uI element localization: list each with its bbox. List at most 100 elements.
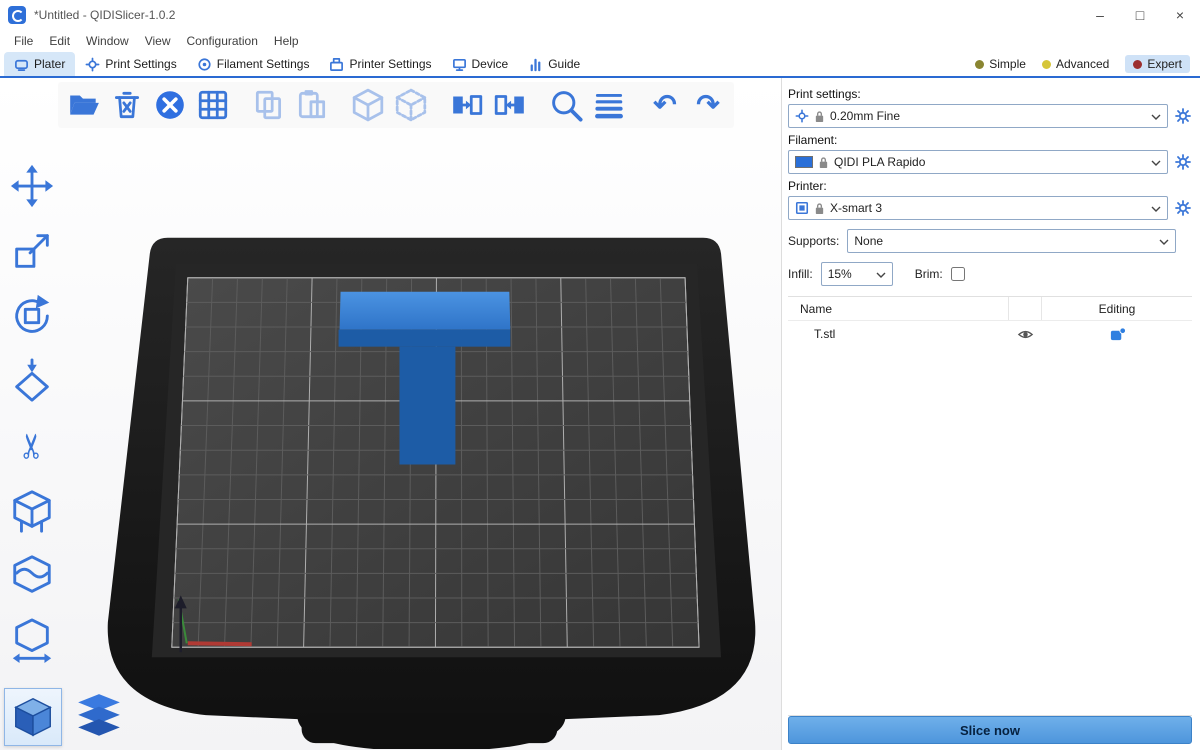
scale-button[interactable] (6, 225, 58, 277)
chevron-down-icon (1151, 160, 1161, 166)
move-button[interactable] (6, 160, 58, 212)
viewport-toolbar: ↶ ↷ (58, 82, 734, 128)
tab-print-settings[interactable]: Print Settings (75, 52, 186, 76)
seam-button[interactable] (6, 550, 58, 602)
printer-settings-icon (329, 57, 344, 72)
supports-value: None (854, 234, 883, 248)
mode-advanced[interactable]: Advanced (1042, 57, 1109, 71)
settings-panel: Print settings: 0.20mm Fine Filament: QI… (782, 78, 1200, 750)
chevron-down-icon (1159, 239, 1169, 245)
place-on-face-button[interactable] (6, 355, 58, 407)
edit-icon (1109, 326, 1126, 343)
remove-instance-button[interactable] (492, 87, 528, 123)
expert-dot-icon (1133, 60, 1142, 69)
search-icon (548, 86, 584, 124)
printer-combo[interactable]: X-smart 3 (788, 196, 1168, 220)
gear-icon (795, 109, 809, 123)
visibility-toggle[interactable] (1008, 326, 1042, 343)
minimize-button[interactable]: – (1080, 0, 1120, 30)
chevron-down-icon (876, 272, 886, 278)
split-parts-icon (394, 88, 428, 122)
tab-label: Guide (548, 57, 580, 71)
split-objects-icon (351, 88, 385, 122)
close-button[interactable]: × (1160, 0, 1200, 30)
simple-dot-icon (975, 60, 984, 69)
lock-icon (814, 202, 825, 215)
tab-label: Device (472, 57, 509, 71)
cut-icon: ✂ (15, 432, 49, 461)
open-button[interactable] (66, 87, 102, 123)
object-list: Name Editing T.stl (788, 296, 1192, 716)
brim-label: Brim: (915, 267, 943, 281)
split-objects-button[interactable] (350, 87, 386, 123)
menu-window[interactable]: Window (78, 32, 137, 50)
maximize-button[interactable]: □ (1120, 0, 1160, 30)
delete-button[interactable] (109, 87, 145, 123)
brim-checkbox[interactable] (951, 267, 965, 281)
menu-help[interactable]: Help (266, 32, 307, 50)
print-settings-combo[interactable]: 0.20mm Fine (788, 104, 1168, 128)
redo-button[interactable]: ↷ (690, 87, 726, 123)
filament-value: QIDI PLA Rapido (834, 155, 925, 169)
editor-3d-view-button[interactable] (4, 688, 62, 746)
copy-button[interactable] (251, 87, 287, 123)
menu-edit[interactable]: Edit (41, 32, 78, 50)
printer-gear-button[interactable] (1174, 198, 1192, 218)
eye-icon (1017, 326, 1034, 343)
paste-button[interactable] (294, 87, 330, 123)
arrange-icon (196, 88, 230, 122)
tab-label: Printer Settings (349, 57, 431, 71)
arrange-button[interactable] (195, 87, 231, 123)
lock-icon (818, 156, 829, 169)
undo-icon: ↶ (653, 91, 676, 119)
slice-now-button[interactable]: Slice now (788, 716, 1192, 744)
move-icon (9, 163, 55, 209)
tab-label: Plater (34, 57, 65, 71)
bed-handle (302, 713, 558, 743)
preview-view-button[interactable] (70, 688, 128, 746)
rotate-button[interactable] (6, 290, 58, 342)
tab-filament-settings[interactable]: Filament Settings (187, 52, 320, 76)
mode-label: Advanced (1056, 57, 1109, 71)
tab-plater[interactable]: Plater (4, 52, 75, 76)
mode-label: Expert (1147, 57, 1182, 71)
window-title: *Untitled - QIDISlicer-1.0.2 (34, 8, 175, 22)
3d-viewport[interactable]: ↶ ↷ ✂ (0, 78, 782, 750)
undo-button[interactable]: ↶ (647, 87, 683, 123)
gear-icon (1175, 200, 1191, 216)
printer-label: Printer: (788, 179, 1192, 193)
print-settings-gear-button[interactable] (1174, 106, 1192, 126)
delete-all-button[interactable] (152, 87, 188, 123)
menu-file[interactable]: File (6, 32, 41, 50)
split-parts-button[interactable] (393, 87, 429, 123)
object-row[interactable]: T.stl (788, 321, 1192, 347)
filament-combo[interactable]: QIDI PLA Rapido (788, 150, 1168, 174)
editing-button[interactable] (1042, 326, 1192, 343)
mode-simple[interactable]: Simple (975, 57, 1026, 71)
infill-label: Infill: (788, 267, 813, 281)
menu-configuration[interactable]: Configuration (179, 32, 266, 50)
print-settings-label: Print settings: (788, 87, 1192, 101)
mode-expert[interactable]: Expert (1125, 55, 1190, 73)
advanced-dot-icon (1042, 60, 1051, 69)
layer-height-icon (592, 88, 626, 122)
tab-guide[interactable]: Guide (518, 52, 590, 76)
filament-gear-button[interactable] (1174, 152, 1192, 172)
infill-combo[interactable]: 15% (821, 262, 893, 286)
measure-button[interactable] (6, 615, 58, 667)
add-instance-button[interactable] (449, 87, 485, 123)
lock-icon (814, 110, 825, 123)
tab-device[interactable]: Device (442, 52, 519, 76)
layer-height-button[interactable] (591, 87, 627, 123)
supports-combo[interactable]: None (847, 229, 1176, 253)
cut-button[interactable]: ✂ (6, 420, 58, 472)
guide-icon (528, 57, 543, 72)
delete-all-icon (153, 88, 187, 122)
redo-icon: ↷ (696, 91, 719, 119)
print-settings-icon (85, 57, 100, 72)
build-plate-scene[interactable] (0, 78, 781, 749)
search-button[interactable] (548, 87, 584, 123)
menu-view[interactable]: View (137, 32, 179, 50)
paint-supports-button[interactable] (6, 485, 58, 537)
tab-printer-settings[interactable]: Printer Settings (319, 52, 441, 76)
